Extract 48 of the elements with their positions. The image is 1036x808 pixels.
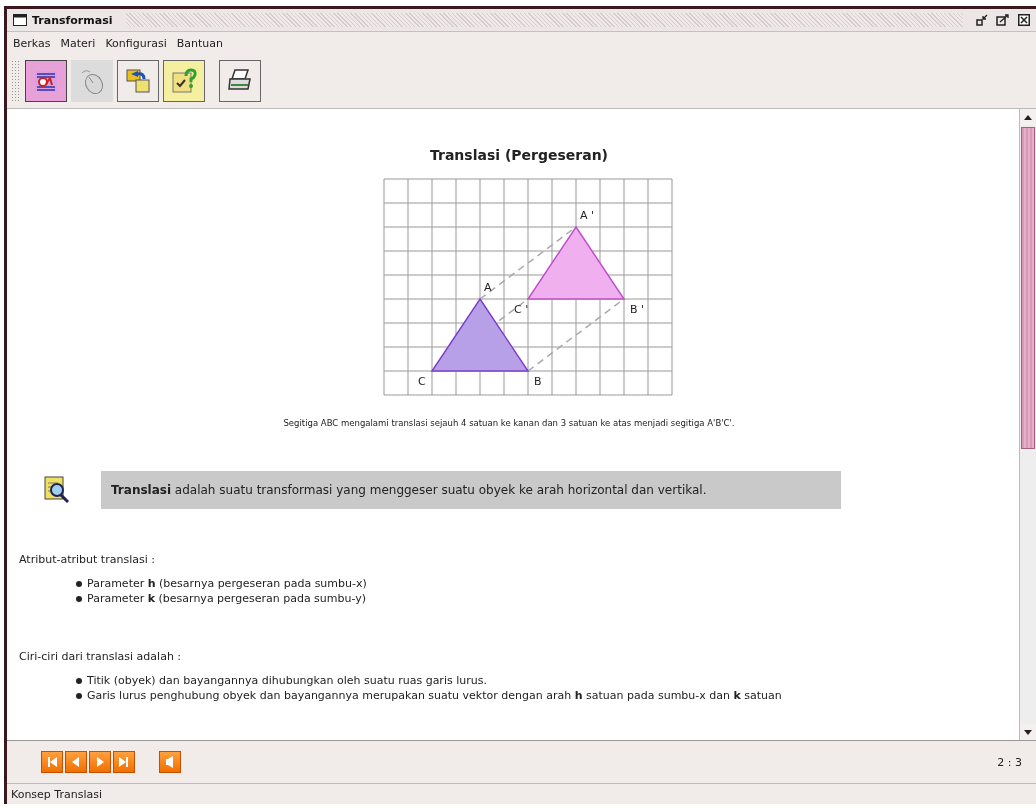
down-arrow-icon	[1024, 729, 1032, 735]
toolbar-button[interactable]	[163, 60, 205, 102]
document-swap-icon	[124, 67, 152, 95]
bullet-icon	[76, 677, 82, 684]
toolbar-button[interactable]	[219, 60, 261, 102]
status-bar: Konsep Translasi	[7, 783, 1036, 804]
bullet-icon	[76, 595, 82, 602]
previous-button[interactable]	[65, 751, 87, 773]
vertex-label: C	[418, 375, 426, 388]
menu-item[interactable]: Berkas	[13, 36, 51, 50]
up-arrow-icon	[1024, 114, 1032, 120]
window-title: Transformasi	[32, 13, 113, 27]
menu-item[interactable]: Konfigurasi	[105, 36, 167, 50]
vertex-label: B	[534, 375, 542, 388]
heading: Translasi (Pergeseran)	[428, 147, 609, 163]
next-button[interactable]	[89, 751, 111, 773]
maximize-icon[interactable]	[996, 14, 1010, 26]
list-item: Parameter k (besarnya pergeseran pada sumbu-y)	[87, 592, 367, 605]
minimize-icon[interactable]	[976, 14, 988, 26]
vertex-label: B '	[630, 303, 645, 316]
last-page-button[interactable]	[113, 751, 135, 773]
back-button[interactable]	[159, 751, 181, 773]
list-item: Parameter h (besarnya pergeseran pada sumbu-x)	[87, 577, 367, 590]
window-icon	[13, 14, 27, 26]
figure-caption: Segitiga ABC mengalami translasi sejauh 4 satuan ke kanan dan 3 satuan ke atas menjadi segitiga A'B'C'.	[282, 418, 736, 428]
scroll-up-button[interactable]	[1020, 109, 1036, 125]
vertex-label: A	[484, 281, 492, 294]
menu-item[interactable]: Materi	[60, 36, 96, 50]
close-icon[interactable]	[1018, 14, 1030, 26]
question-icon	[170, 67, 198, 95]
bullet-icon	[76, 580, 82, 587]
first-page-button[interactable]	[41, 751, 63, 773]
section-title: Ciri-ciri dari translasi adalah :	[19, 650, 183, 663]
menu-item[interactable]: Bantuan	[176, 36, 223, 50]
definition-box: Translasi adalah suatu transformasi yang menggeser suatu obyek ke arah horizontal dan vertikal.	[101, 471, 841, 509]
toolbar-button[interactable]	[117, 60, 159, 102]
list-item: Garis lurus penghubung obyek dan bayangannya merupakan suatu vektor dengan arah h satuan pada sumbu-x dan k satuan	[87, 689, 782, 702]
scroll-down-button[interactable]	[1020, 724, 1036, 740]
toolbar-button[interactable]	[25, 60, 67, 102]
vertex-label: A '	[580, 209, 595, 222]
magnifier-icon	[43, 475, 71, 505]
scroll-thumb[interactable]	[1021, 127, 1035, 449]
bullet-icon	[76, 692, 82, 699]
list-item: Titik (obyek) dan bayangannya dihubungkan oleh suatu ruas garis lurus.	[87, 674, 487, 687]
section-title: Atribut-atribut translasi :	[19, 553, 156, 566]
page-indicator: 2 : 3	[997, 755, 1022, 769]
vertex-label: C '	[514, 303, 529, 316]
scrollbar[interactable]	[1019, 109, 1036, 740]
